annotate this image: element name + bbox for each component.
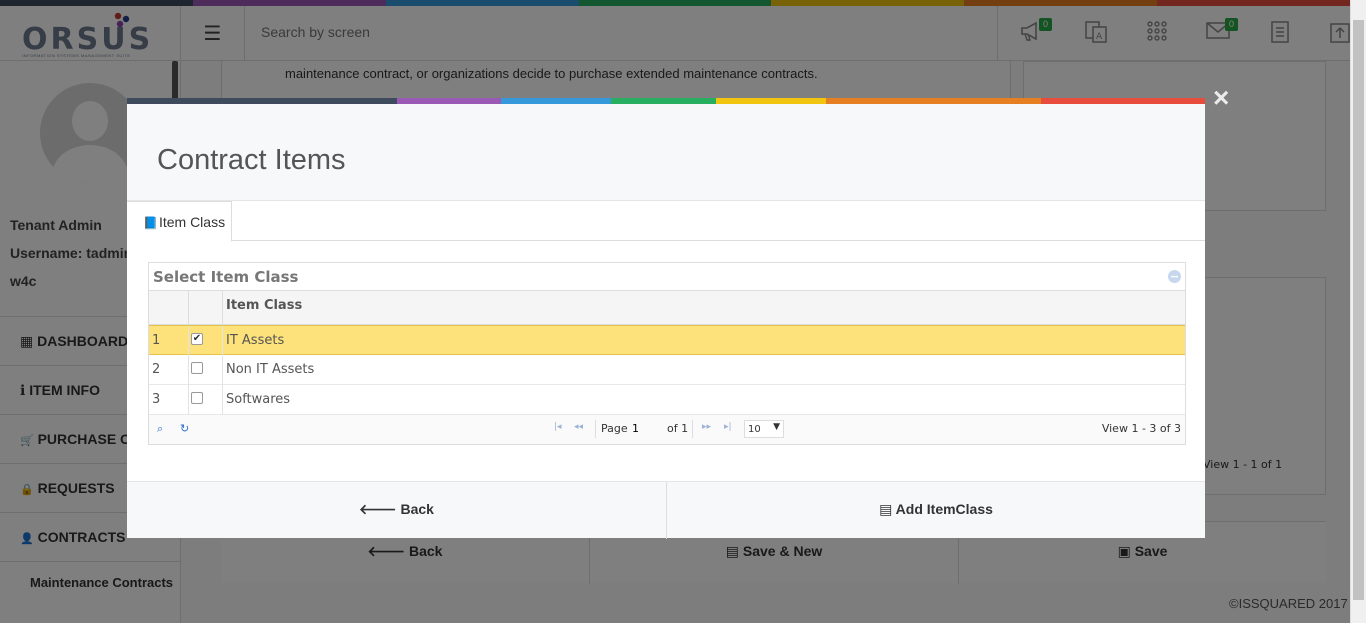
row-checkbox[interactable]: ✔ bbox=[191, 333, 203, 345]
row-checkbox[interactable] bbox=[191, 362, 203, 374]
tab-label: Item Class bbox=[158, 214, 226, 230]
row-value: IT Assets bbox=[226, 333, 285, 348]
page-scrollbar[interactable] bbox=[1350, 0, 1366, 623]
last-page-icon[interactable]: ▸| bbox=[724, 422, 732, 432]
row-value: Non IT Assets bbox=[226, 362, 315, 377]
grid-pager: ⌕ ↻ |◂ ◂◂ Page of 1 ▸▸ ▸| 10 ▼ View 1 - … bbox=[149, 415, 1185, 444]
table-row[interactable]: 3 Softwares bbox=[149, 385, 1185, 415]
column-header-item-class[interactable]: Item Class bbox=[226, 298, 302, 313]
row-value: Softwares bbox=[226, 392, 291, 407]
book-icon: 📘 bbox=[143, 216, 158, 230]
modal-title: Contract Items bbox=[157, 144, 346, 176]
close-icon[interactable]: × bbox=[1213, 84, 1229, 112]
file-icon: ▤ bbox=[879, 501, 893, 517]
page-label: Page bbox=[601, 422, 628, 435]
grid-header: Item Class bbox=[149, 291, 1185, 325]
add-itemclass-label: Add ItemClass bbox=[895, 501, 993, 517]
modal-footer: 🡐 Back ▤ Add ItemClass bbox=[127, 481, 1205, 539]
row-checkbox[interactable] bbox=[191, 392, 203, 404]
grid-caption: Select Item Class − bbox=[149, 263, 1185, 291]
table-row[interactable]: 2 Non IT Assets bbox=[149, 355, 1185, 385]
rows-per-page-value: 10 bbox=[748, 424, 761, 435]
arrow-left-icon: 🡐 bbox=[359, 501, 397, 517]
refresh-icon[interactable]: ↻ bbox=[180, 422, 189, 435]
rows-per-page-select[interactable]: 10 ▼ bbox=[744, 420, 784, 438]
contract-items-modal: Contract Items 📘Item Class Select Item C… bbox=[127, 98, 1205, 539]
collapse-icon[interactable]: − bbox=[1168, 270, 1181, 283]
modal-back-button[interactable]: 🡐 Back bbox=[127, 482, 666, 539]
item-class-grid: Select Item Class − Item Class 1 ✔ IT As… bbox=[148, 262, 1186, 445]
view-count: View 1 - 3 of 3 bbox=[1101, 422, 1181, 435]
back-label: Back bbox=[400, 501, 434, 517]
row-number: 2 bbox=[152, 362, 161, 377]
prev-page-icon[interactable]: ◂◂ bbox=[574, 422, 583, 432]
page-number-input[interactable] bbox=[629, 420, 661, 437]
row-number: 3 bbox=[152, 392, 161, 407]
next-page-icon[interactable]: ▸▸ bbox=[702, 422, 711, 432]
first-page-icon[interactable]: |◂ bbox=[554, 422, 562, 432]
row-number: 1 bbox=[152, 333, 161, 348]
table-row[interactable]: 1 ✔ IT Assets bbox=[149, 325, 1185, 356]
grid-caption-text: Select Item Class bbox=[153, 268, 299, 286]
tab-item-class[interactable]: 📘Item Class bbox=[127, 201, 232, 242]
chevron-down-icon: ▼ bbox=[773, 422, 780, 432]
add-itemclass-button[interactable]: ▤ Add ItemClass bbox=[667, 482, 1205, 539]
search-icon[interactable]: ⌕ bbox=[157, 422, 163, 436]
modal-header: Contract Items bbox=[127, 104, 1205, 201]
page-total: of 1 bbox=[667, 422, 689, 435]
modal-tabs: 📘Item Class bbox=[127, 201, 1205, 242]
